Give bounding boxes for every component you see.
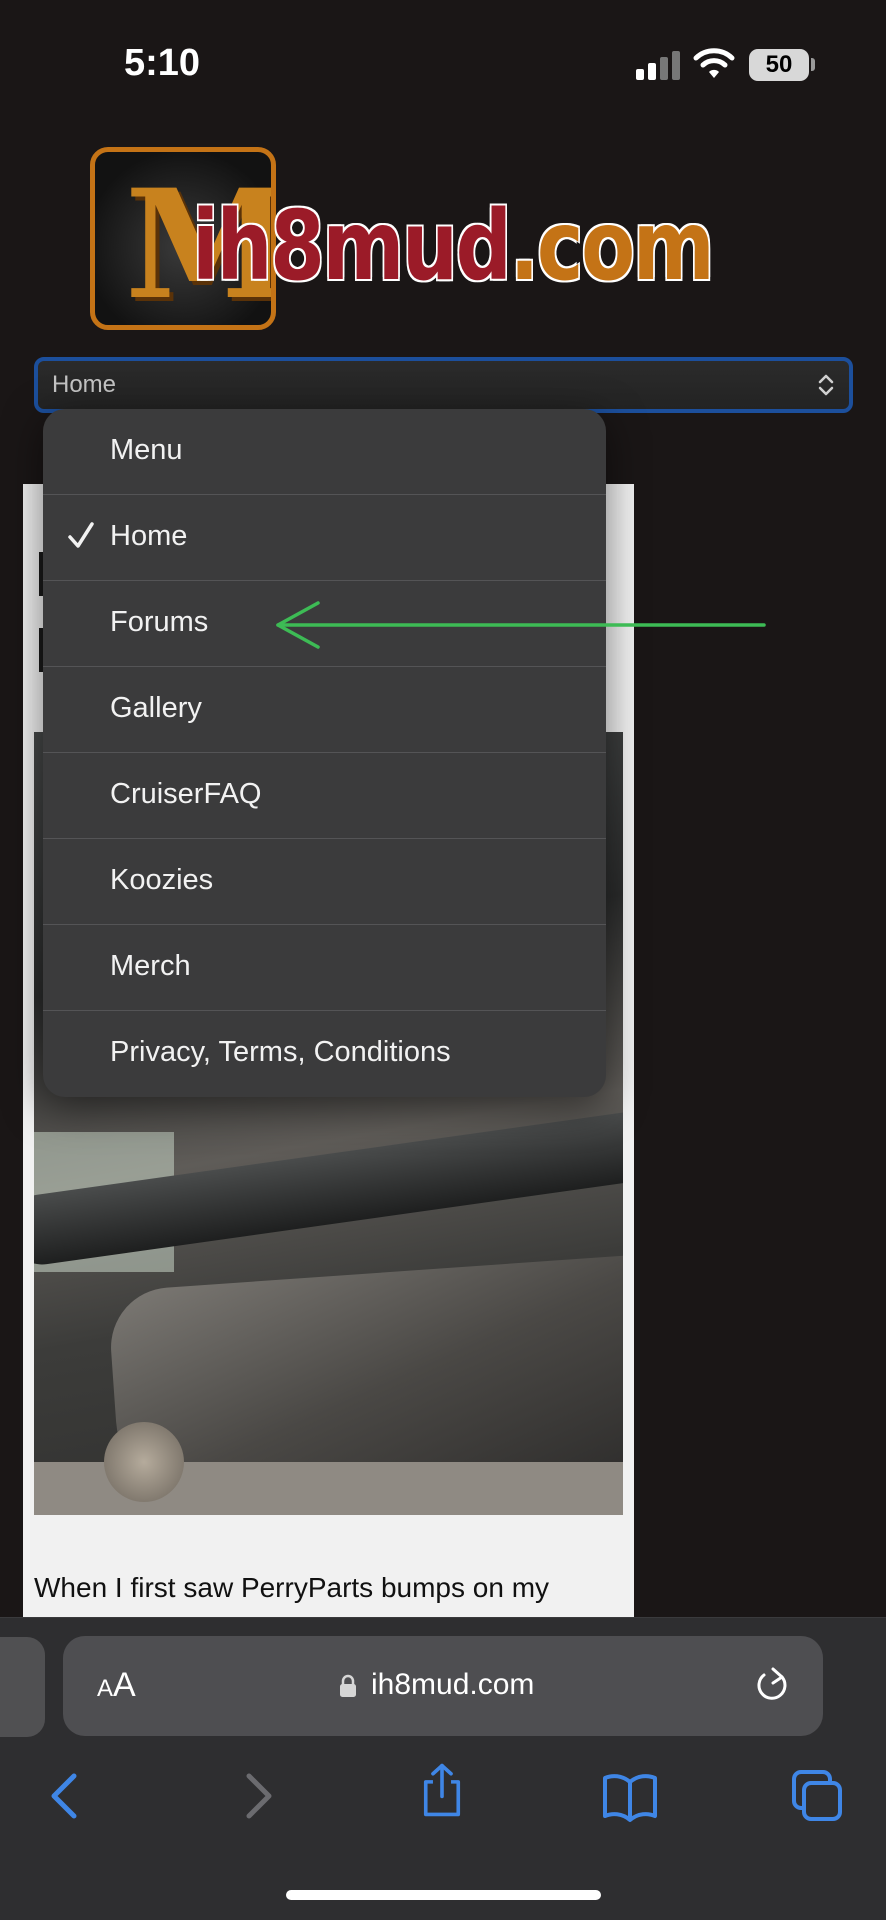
site-logo[interactable]: M ih8mud.com [88, 143, 803, 333]
wifi-icon [693, 48, 735, 78]
lock-icon [340, 1674, 356, 1697]
checkmark-icon [68, 522, 94, 548]
cellular-signal-icon [636, 50, 682, 80]
article-body-text: When I first saw PerryParts bumps on my [34, 1572, 550, 1603]
dropdown-option-menu[interactable]: Menu [43, 409, 606, 495]
chevron-updown-icon [818, 374, 834, 396]
text-size-button[interactable]: AA [97, 1666, 147, 1706]
dropdown-option-cruiserfaq[interactable]: CruiserFAQ [43, 753, 606, 839]
dropdown-option-home[interactable]: Home [43, 495, 606, 581]
previous-tab-preview[interactable] [0, 1637, 45, 1737]
nav-select-value: Home [52, 371, 117, 398]
nav-dropdown-menu: Menu Home Forums Gallery CruiserFAQ Kooz… [43, 409, 606, 1097]
battery-cap [811, 58, 815, 71]
dropdown-option-koozies[interactable]: Koozies [43, 839, 606, 925]
dropdown-option-gallery[interactable]: Gallery [43, 667, 606, 753]
url-text[interactable]: ih8mud.com [371, 1668, 534, 1702]
forward-icon[interactable] [225, 1768, 285, 1824]
back-icon[interactable] [38, 1768, 98, 1824]
dropdown-option-merch[interactable]: Merch [43, 925, 606, 1011]
tabs-icon[interactable] [788, 1768, 848, 1824]
bookmarks-icon[interactable] [600, 1768, 660, 1824]
battery-icon: 50 [749, 49, 809, 81]
status-bar: 5:10 50 [0, 0, 886, 130]
logo-wordmark: ih8mud.com [192, 190, 715, 302]
arrow-left-icon [276, 601, 766, 649]
home-indicator [286, 1890, 601, 1900]
nav-select[interactable]: Home [34, 357, 853, 413]
status-time: 5:10 [124, 42, 201, 84]
reload-icon[interactable] [753, 1666, 791, 1706]
dropdown-option-privacy[interactable]: Privacy, Terms, Conditions [43, 1011, 606, 1097]
share-icon[interactable] [412, 1762, 472, 1818]
